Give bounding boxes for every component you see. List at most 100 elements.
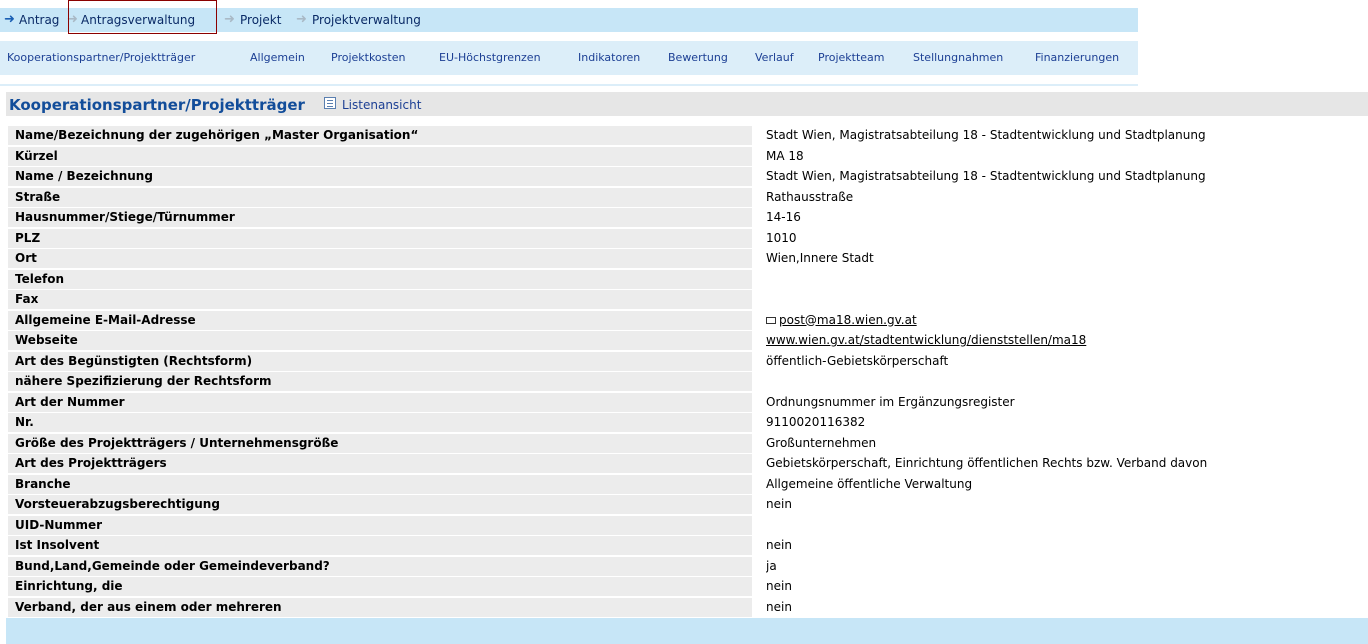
table-row: Hausnummer/Stiege/Türnummer 14-16 [8, 208, 1368, 229]
field-label: Größe des Projektträgers / Unternehmensg… [8, 433, 752, 453]
tab-projektkosten[interactable]: Projektkosten [331, 50, 405, 66]
table-row: Verband, der aus einem oder mehreren nein [8, 597, 1368, 619]
table-row: Einrichtung, die nein [8, 577, 1368, 598]
tab-eu-hoechstgrenzen[interactable]: EU-Höchstgrenzen [439, 50, 541, 66]
table-row: UID-Nummer [8, 515, 1368, 537]
field-value [766, 290, 1366, 309]
field-label: Art der Nummer [8, 392, 752, 412]
field-value: nein [766, 538, 792, 552]
tab-indikatoren[interactable]: Indikatoren [578, 50, 640, 66]
table-row: Webseite www.wien.gv.at/stadtentwicklung/… [8, 331, 1368, 352]
table-row: Art des Begünstigten (Rechtsform) öffentl… [8, 351, 1368, 373]
table-row: Ist Insolvent nein [8, 536, 1368, 557]
table-row: Kürzel MA 18 [8, 146, 1368, 168]
field-label: Webseite [8, 331, 752, 350]
breadcrumb-item-projekt[interactable]: Projekt [240, 12, 281, 28]
field-label: Name / Bezeichnung [8, 167, 752, 186]
field-label: Art des Projektträgers [8, 454, 752, 473]
tab-kooperationspartner[interactable]: Kooperationspartner/Projektträger [7, 50, 195, 66]
table-row: Größe des Projektträgers / Unternehmensg… [8, 433, 1368, 455]
tab-bar: Kooperationspartner/Projektträger Allgem… [0, 41, 1138, 75]
tab-allgemein[interactable]: Allgemein [250, 50, 305, 66]
section-header: Kooperationspartner/Projektträger Listen… [6, 92, 1368, 116]
table-row: Allgemeine E-Mail-Adresse post@ma18.wien.… [8, 310, 1368, 332]
field-value: öffentlich-Gebietskörperschaft [766, 353, 949, 368]
website-link[interactable]: www.wien.gv.at/stadtentwicklung/dienstst… [766, 333, 1086, 347]
table-row: Name / Bezeichnung Stadt Wien, Magistrats… [8, 167, 1368, 188]
arrow-right-icon: ➜ [4, 12, 15, 27]
arrow-right-icon: ➜ [224, 12, 235, 27]
field-label: Verband, der aus einem oder mehreren [8, 597, 752, 617]
breadcrumb-item-projektverwaltung[interactable]: Projektverwaltung [312, 12, 421, 28]
field-label: Bund,Land,Gemeinde oder Gemeindeverband? [8, 556, 752, 576]
field-value: nein [766, 599, 792, 614]
field-label: Allgemeine E-Mail-Adresse [8, 310, 752, 330]
field-value [766, 270, 1366, 289]
field-value: 14-16 [766, 210, 801, 224]
detail-table: Name/Bezeichnung der zugehörigen „Master… [8, 126, 1368, 618]
field-value: Stadt Wien, Magistratsabteilung 18 - Sta… [766, 169, 1206, 183]
field-label: Ort [8, 249, 752, 268]
field-value [766, 372, 1366, 391]
field-value: Gebietskörperschaft, Einrichtung öffentl… [766, 456, 1208, 470]
table-row: nähere Spezifizierung der Rechtsform [8, 372, 1368, 393]
tab-bar-divider [0, 84, 1138, 86]
field-label: Einrichtung, die [8, 577, 752, 596]
field-label: Fax [8, 290, 752, 309]
footer-bar [6, 618, 1368, 644]
tab-finanzierungen[interactable]: Finanzierungen [1035, 50, 1119, 66]
email-link[interactable]: post@ma18.wien.gv.at [779, 313, 917, 327]
field-value: 1010 [766, 230, 797, 245]
field-label: Branche [8, 474, 752, 494]
tab-verlauf[interactable]: Verlauf [755, 50, 794, 66]
field-label: Straße [8, 187, 752, 207]
table-row: PLZ 1010 [8, 228, 1368, 250]
field-label: nähere Spezifizierung der Rechtsform [8, 372, 752, 391]
tab-bewertung[interactable]: Bewertung [668, 50, 728, 66]
field-label: Name/Bezeichnung der zugehörigen „Master… [8, 126, 752, 145]
field-label: Hausnummer/Stiege/Türnummer [8, 208, 752, 227]
field-label: PLZ [8, 228, 752, 248]
breadcrumb-item-antrag[interactable]: Antrag [19, 12, 59, 28]
field-value: Wien,Innere Stadt [766, 251, 874, 265]
field-value: post@ma18.wien.gv.at [766, 311, 1366, 330]
table-row: Art des Projektträgers Gebietskörperschaf… [8, 454, 1368, 475]
field-value: 9110020116382 [766, 415, 866, 429]
field-label: Kürzel [8, 146, 752, 166]
breadcrumb-active-highlight [68, 0, 217, 34]
field-label: Ist Insolvent [8, 536, 752, 555]
field-value: Großunternehmen [766, 435, 877, 450]
table-row: Nr. 9110020116382 [8, 413, 1368, 434]
field-value: nein [766, 579, 792, 593]
table-row: Art der Nummer Ordnungsnummer im Ergänzun… [8, 392, 1368, 414]
field-label: UID-Nummer [8, 515, 752, 535]
field-label: Telefon [8, 269, 752, 289]
field-value: ja [766, 558, 777, 573]
field-label: Art des Begünstigten (Rechtsform) [8, 351, 752, 371]
field-label: Vorsteuerabzugsberechtigung [8, 495, 752, 514]
section-title: Kooperationspartner/Projektträger [9, 96, 305, 114]
table-row: Straße Rathausstraße [8, 187, 1368, 209]
arrow-right-icon: ➜ [296, 12, 307, 27]
field-value: MA 18 [766, 148, 804, 163]
field-value: Ordnungsnummer im Ergänzungsregister [766, 394, 1015, 409]
list-view-icon[interactable] [324, 97, 336, 109]
list-view-link[interactable]: Listenansicht [342, 97, 421, 113]
table-row: Name/Bezeichnung der zugehörigen „Master… [8, 126, 1368, 147]
field-label: Nr. [8, 413, 752, 432]
field-value: Allgemeine öffentliche Verwaltung [766, 476, 973, 491]
table-row: Branche Allgemeine öffentliche Verwaltung [8, 474, 1368, 496]
field-value: www.wien.gv.at/stadtentwicklung/dienstst… [766, 331, 1366, 350]
mail-icon [766, 316, 776, 324]
table-row: Bund,Land,Gemeinde oder Gemeindeverband?… [8, 556, 1368, 578]
field-value: Rathausstraße [766, 189, 854, 204]
table-row: Telefon [8, 269, 1368, 291]
field-value: nein [766, 497, 792, 511]
tab-projektteam[interactable]: Projektteam [818, 50, 885, 66]
table-row: Ort Wien,Innere Stadt [8, 249, 1368, 270]
table-row: Vorsteuerabzugsberechtigung nein [8, 495, 1368, 516]
field-value [766, 516, 1366, 535]
field-value: Stadt Wien, Magistratsabteilung 18 - Sta… [766, 128, 1206, 142]
table-row: Fax [8, 290, 1368, 311]
tab-stellungnahmen[interactable]: Stellungnahmen [913, 50, 1003, 66]
